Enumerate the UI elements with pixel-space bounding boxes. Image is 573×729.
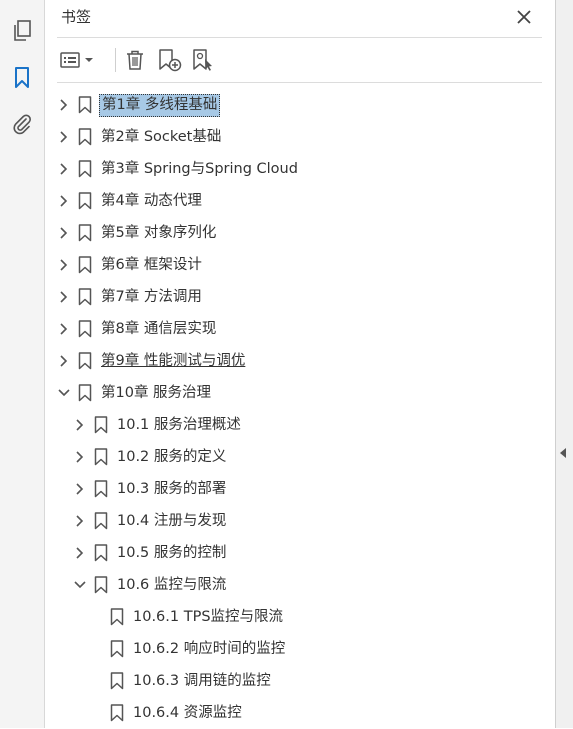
bookmark-item[interactable]: 10.4 注册与发现: [45, 505, 555, 537]
bookmark-item[interactable]: 10.6 监控与限流: [45, 569, 555, 601]
bookmark-label: 第2章 Socket基础: [101, 129, 222, 145]
bookmark-icon: [78, 320, 92, 338]
bookmark-icon: [94, 480, 108, 498]
bookmark-icon: [110, 608, 124, 626]
bookmark-item[interactable]: 第8章 通信层实现: [45, 313, 555, 345]
bookmark-label: 第6章 框架设计: [101, 257, 202, 273]
bookmark-icon: [78, 352, 92, 370]
bookmark-item[interactable]: 第2章 Socket基础: [45, 121, 555, 153]
bookmark-icon: [94, 448, 108, 466]
chevron-right-icon[interactable]: [73, 481, 87, 497]
panel-splitter[interactable]: [555, 0, 573, 728]
bookmark-toolbar: [57, 43, 542, 77]
chevron-right-icon[interactable]: [57, 193, 71, 209]
chevron-right-icon[interactable]: [57, 321, 71, 337]
collapse-panel-icon[interactable]: [560, 448, 566, 458]
new-bookmark-icon[interactable]: [157, 47, 183, 73]
bookmark-item[interactable]: 10.6.4 资源监控: [45, 697, 555, 729]
chevron-down-icon[interactable]: [73, 577, 87, 593]
bookmark-label: 10.4 注册与发现: [117, 513, 227, 529]
bookmark-label: 第1章 多线程基础: [99, 94, 221, 117]
bookmark-item[interactable]: 10.2 服务的定义: [45, 441, 555, 473]
bookmark-icon: [78, 384, 92, 402]
chevron-right-icon[interactable]: [73, 545, 87, 561]
bookmark-icon: [78, 256, 92, 274]
chevron-right-icon[interactable]: [57, 97, 71, 113]
chevron-down-icon[interactable]: [57, 385, 71, 401]
bookmark-label: 10.5 服务的控制: [117, 545, 227, 561]
bookmark-icon: [110, 640, 124, 658]
bookmark-icon: [94, 512, 108, 530]
bookmark-label: 10.6.2 响应时间的监控: [133, 641, 286, 657]
bookmark-item[interactable]: 10.5 服务的控制: [45, 537, 555, 569]
bookmark-item[interactable]: 10.6.2 响应时间的监控: [45, 633, 555, 665]
close-icon[interactable]: [513, 6, 535, 28]
bookmark-icon: [94, 416, 108, 434]
divider: [57, 82, 542, 83]
bookmark-item[interactable]: 第7章 方法调用: [45, 281, 555, 313]
divider: [57, 37, 542, 38]
paperclip-icon[interactable]: [9, 111, 35, 137]
bookmark-label: 10.6.4 资源监控: [133, 705, 242, 721]
chevron-right-icon[interactable]: [73, 417, 87, 433]
bookmark-icon: [78, 160, 92, 178]
chevron-right-icon[interactable]: [57, 353, 71, 369]
bookmark-item[interactable]: 第10章 服务治理: [45, 377, 555, 409]
panel-title: 书签: [61, 8, 92, 26]
bookmark-tree: 第1章 多线程基础第2章 Socket基础第3章 Spring与Spring C…: [45, 89, 555, 729]
chevron-right-icon[interactable]: [73, 449, 87, 465]
chevron-right-icon[interactable]: [57, 257, 71, 273]
bookmark-item[interactable]: 第5章 对象序列化: [45, 217, 555, 249]
bookmark-label: 第8章 通信层实现: [101, 321, 217, 337]
bookmark-icon: [110, 672, 124, 690]
bookmark-icon: [78, 192, 92, 210]
bookmark-label: 10.6.1 TPS监控与限流: [133, 609, 284, 625]
bookmark-label: 10.3 服务的部署: [117, 481, 227, 497]
bookmark-item[interactable]: 10.1 服务治理概述: [45, 409, 555, 441]
bookmark-label: 第4章 动态代理: [101, 193, 202, 209]
bookmark-label: 10.1 服务治理概述: [117, 417, 241, 433]
chevron-right-icon[interactable]: [73, 513, 87, 529]
bookmark-icon: [78, 224, 92, 242]
chevron-right-icon[interactable]: [57, 289, 71, 305]
left-navigation-rail: [0, 0, 45, 728]
bookmark-label: 10.2 服务的定义: [117, 449, 227, 465]
bookmark-item[interactable]: 第4章 动态代理: [45, 185, 555, 217]
bookmark-icon: [78, 288, 92, 306]
bookmark-label: 第7章 方法调用: [101, 289, 202, 305]
toolbar-divider: [115, 48, 116, 72]
bookmarks-panel: 书签 第1章 多线程基础 第2章 Socket基础 第3章 Spring与Spr…: [45, 0, 555, 728]
bookmark-icon: [94, 544, 108, 562]
bookmark-icon: [78, 128, 92, 146]
bookmark-label: 第9章 性能测试与调优: [101, 353, 246, 369]
bookmark-label: 第5章 对象序列化: [101, 225, 217, 241]
bookmark-item[interactable]: 第3章 Spring与Spring Cloud: [45, 153, 555, 185]
bookmark-item[interactable]: 10.3 服务的部署: [45, 473, 555, 505]
bookmark-label: 第10章 服务治理: [101, 385, 212, 401]
bookmark-item[interactable]: 10.6.3 调用链的监控: [45, 665, 555, 697]
bookmark-icon: [78, 96, 92, 114]
bookmark-icon: [94, 576, 108, 594]
bookmark-label: 10.6 监控与限流: [117, 577, 227, 593]
bookmark-item[interactable]: 第9章 性能测试与调优: [45, 345, 555, 377]
bookmark-label: 10.6.3 调用链的监控: [133, 673, 271, 689]
chevron-right-icon[interactable]: [57, 225, 71, 241]
bookmark-icon[interactable]: [9, 65, 35, 91]
chevron-right-icon[interactable]: [57, 129, 71, 145]
bookmark-select-icon[interactable]: [191, 47, 217, 73]
pages-icon[interactable]: [9, 18, 35, 44]
bookmark-label: 第3章 Spring与Spring Cloud: [101, 161, 298, 177]
bookmark-item[interactable]: 第6章 框架设计: [45, 249, 555, 281]
bookmark-item[interactable]: 第1章 多线程基础: [45, 89, 555, 121]
options-list-icon[interactable]: [59, 47, 97, 73]
bookmark-item[interactable]: 10.6.1 TPS监控与限流: [45, 601, 555, 633]
chevron-right-icon[interactable]: [57, 161, 71, 177]
bookmark-icon: [110, 704, 124, 722]
trash-icon[interactable]: [123, 47, 147, 73]
